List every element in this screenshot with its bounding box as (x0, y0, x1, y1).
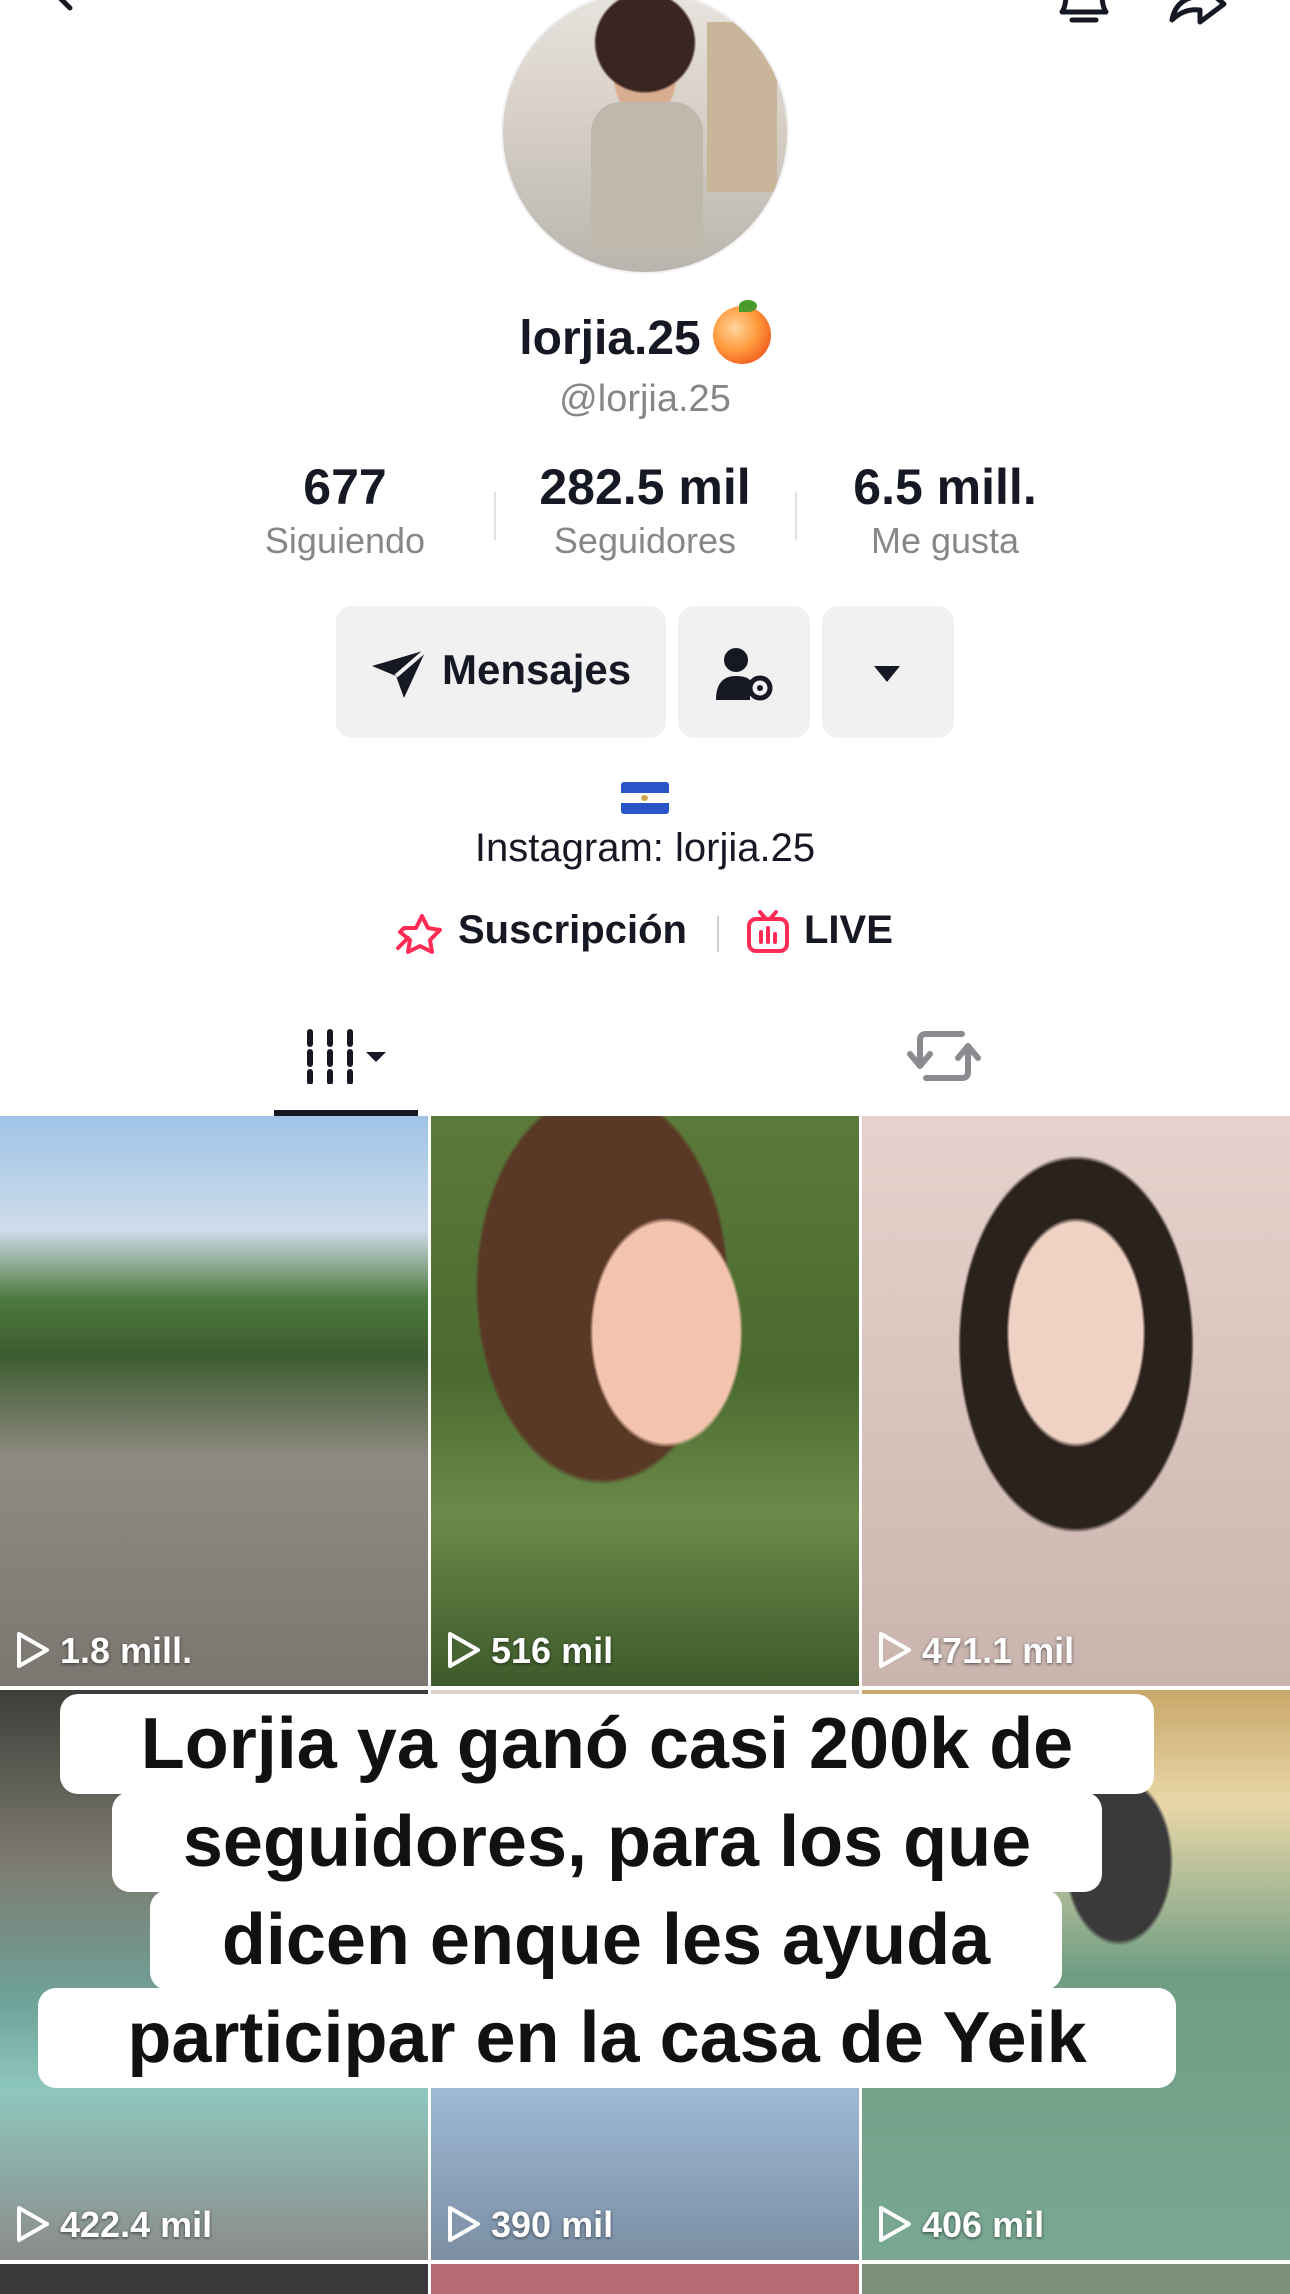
video-views-text: 390 mil (491, 2204, 614, 2245)
more-options-button[interactable] (822, 606, 954, 738)
send-icon (372, 648, 428, 698)
stat-following-label: Siguiendo (264, 520, 426, 561)
video-views-text: 516 mil (491, 1630, 614, 1671)
peach-emoji-icon (712, 300, 771, 364)
video-views-text: 422.4 mil (60, 2204, 213, 2245)
stat-divider (795, 492, 797, 540)
friend-settings-button[interactable] (678, 606, 810, 738)
stat-followers[interactable]: 282.5 mil Seguidores (520, 458, 770, 562)
avatar[interactable] (501, 0, 789, 274)
messages-label: Mensajes (442, 646, 632, 693)
live-label: LIVE (804, 908, 893, 952)
stat-likes-label: Me gusta (870, 520, 1020, 561)
video-view-count: 406 mil (878, 2204, 1044, 2246)
video-thumbnail-partial[interactable] (0, 2264, 428, 2294)
video-thumbnail[interactable]: 471.1 mil (862, 1116, 1290, 1686)
bell-icon[interactable] (1052, 0, 1116, 26)
bio-text: Instagram: lorjia.25 (474, 826, 816, 870)
display-name: lorjia.25 (519, 312, 701, 365)
video-view-count: 1.8 mill. (16, 1630, 192, 1672)
video-thumbnail[interactable]: 1.8 mill. (0, 1116, 428, 1686)
tab-videos[interactable] (274, 1012, 418, 1116)
stat-likes-value: 6.5 mill. (853, 459, 1037, 515)
caption-line: participar en la casa de Yeik (38, 1988, 1176, 2088)
caption-line: dicen enque les ayuda (150, 1890, 1062, 1990)
live-tv-icon (747, 910, 789, 953)
chevron-left-icon[interactable] (40, 0, 84, 14)
video-view-count: 390 mil (447, 2204, 613, 2246)
stat-following-value: 677 (303, 459, 387, 515)
video-views-text: 471.1 mil (922, 1630, 1075, 1671)
grid-bars-icon (307, 1029, 386, 1084)
user-settings-icon (716, 648, 773, 701)
play-icon (17, 2206, 49, 2242)
stat-following[interactable]: 677 Siguiendo (240, 458, 450, 562)
play-icon (17, 1632, 49, 1668)
video-view-count: 422.4 mil (16, 2204, 212, 2246)
video-view-count: 471.1 mil (878, 1630, 1074, 1672)
play-icon (448, 1632, 480, 1668)
avatar-background (707, 22, 777, 192)
display-name-row: lorjia.25 (0, 300, 1290, 366)
caption-line: seguidores, para los que (112, 1792, 1102, 1892)
avatar-figure (591, 102, 703, 252)
username: @lorjia.25 (559, 378, 731, 420)
share-arrow-icon[interactable] (1166, 0, 1230, 26)
stat-divider (494, 492, 496, 540)
profile-stats: 677 Siguiendo 282.5 mil Seguidores 6.5 m… (0, 458, 1290, 568)
links-divider (717, 916, 719, 952)
el-salvador-flag-icon (621, 782, 669, 814)
star-badge-icon (396, 914, 442, 954)
subscription-label: Suscripción (458, 908, 687, 952)
repost-icon[interactable] (906, 1024, 982, 1088)
play-icon (879, 1632, 911, 1668)
video-views-text: 1.8 mill. (60, 1630, 193, 1671)
caption-line: Lorjia ya ganó casi 200k de (60, 1694, 1154, 1794)
video-views-text: 406 mil (922, 2204, 1045, 2245)
profile-links: Suscripción LIVE (0, 904, 1290, 960)
play-icon (448, 2206, 480, 2242)
video-thumbnail-partial[interactable] (431, 2264, 859, 2294)
caret-down-icon (874, 666, 900, 682)
video-thumbnail-partial[interactable] (862, 2264, 1290, 2294)
video-thumbnail[interactable]: 516 mil (431, 1116, 859, 1686)
messages-button[interactable]: Mensajes (336, 606, 666, 738)
stat-followers-label: Seguidores (553, 520, 737, 561)
stat-likes[interactable]: 6.5 mill. Me gusta (830, 458, 1060, 562)
stat-followers-value: 282.5 mil (539, 459, 751, 515)
profile-tabs (0, 1012, 1290, 1116)
video-view-count: 516 mil (447, 1630, 613, 1672)
play-icon (879, 2206, 911, 2242)
